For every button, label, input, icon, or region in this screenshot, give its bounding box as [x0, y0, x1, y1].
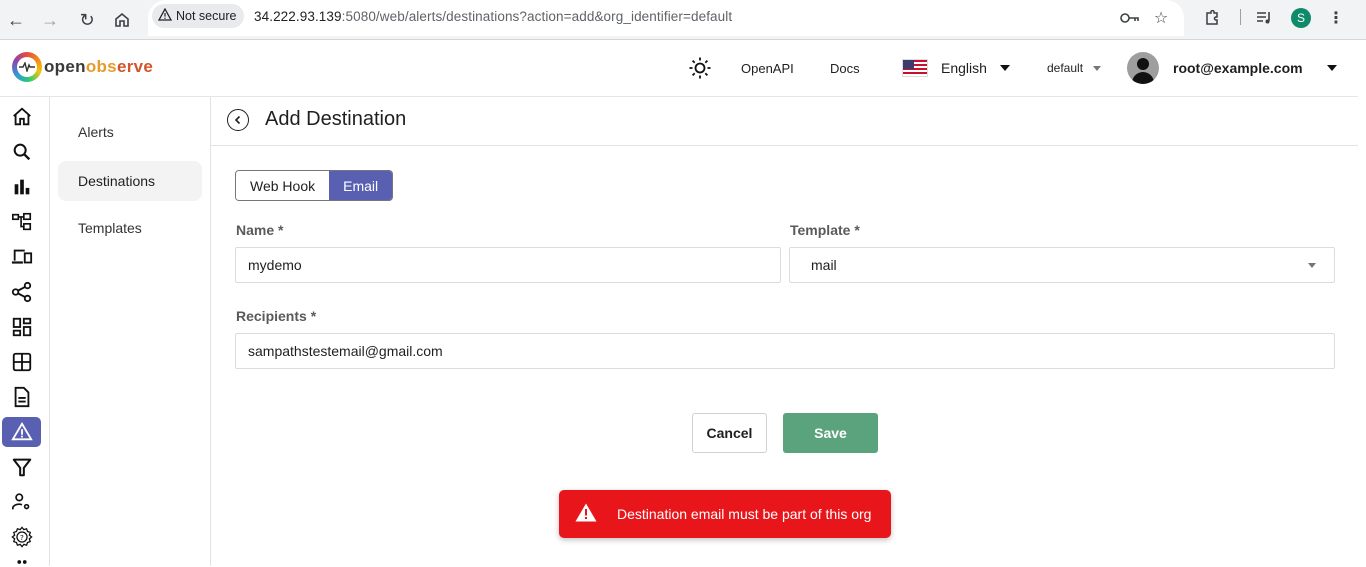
nav-reports[interactable]	[2, 382, 41, 412]
svg-text:?: ?	[20, 533, 24, 542]
theme-toggle-button[interactable]	[688, 40, 712, 96]
org-label: default	[1047, 61, 1084, 75]
share-nodes-icon	[11, 281, 31, 303]
search-icon	[13, 143, 30, 161]
devices-icon	[11, 249, 32, 264]
browser-menu-icon[interactable]: ⋮	[1326, 6, 1346, 30]
security-chip[interactable]: Not secure	[152, 4, 245, 28]
caret-down-icon	[1308, 263, 1316, 268]
url-text[interactable]: 34.222.93.139:5080/web/alerts/destinatio…	[254, 9, 732, 24]
filter-icon	[12, 458, 31, 477]
gear-help-icon: ?	[10, 526, 33, 548]
cancel-button[interactable]: Cancel	[692, 413, 767, 453]
nav-alerts[interactable]	[2, 417, 41, 447]
alert-triangle-icon	[10, 421, 33, 441]
grid-icon	[12, 352, 31, 372]
recipients-input[interactable]	[248, 343, 1334, 359]
caret-down-icon	[1326, 65, 1337, 71]
error-toast: Destination email must be part of this o…	[559, 490, 891, 538]
media-queue-icon[interactable]	[1252, 6, 1276, 30]
logo-ring-icon	[12, 52, 42, 82]
extensions-puzzle-icon[interactable]	[1200, 6, 1224, 30]
url-host: 34.222.93.139	[254, 9, 342, 24]
user-avatar-icon	[1127, 52, 1159, 84]
user-menu[interactable]: root@example.com	[1127, 40, 1337, 96]
home-browser-icon[interactable]	[108, 6, 136, 34]
toggle-email[interactable]: Email	[329, 171, 393, 200]
app-header: openobserve OpenAPI Docs English default…	[0, 40, 1358, 97]
nav-home[interactable]	[2, 102, 41, 132]
main-nav-rail: ?	[0, 97, 50, 566]
name-input[interactable]	[248, 257, 780, 273]
subnav-item-alerts[interactable]: Alerts	[58, 112, 202, 152]
subnav-item-destinations[interactable]: Destinations	[58, 161, 202, 201]
nav-logs[interactable]	[2, 137, 41, 167]
openapi-link[interactable]: OpenAPI	[741, 40, 794, 96]
toast-message: Destination email must be part of this o…	[617, 506, 872, 522]
warning-triangle-icon	[157, 7, 173, 24]
template-select[interactable]: mail	[789, 247, 1335, 283]
reload-icon[interactable]: ↻	[73, 6, 101, 34]
bookmark-star-icon[interactable]: ☆	[1150, 6, 1172, 30]
profile-initial: S	[1291, 8, 1311, 28]
page-header: Add Destination	[211, 97, 1358, 146]
back-button[interactable]	[227, 109, 249, 131]
caret-down-icon	[1093, 65, 1102, 71]
destination-type-toggle: Web Hook Email	[235, 170, 394, 201]
sun-icon	[689, 57, 711, 79]
browser-toolbar: ← → ↻ Not secure 34.222.93.139:5080/web/…	[0, 0, 1366, 40]
toolbar-divider	[1240, 9, 1241, 25]
language-label: English	[941, 60, 987, 76]
page-title: Add Destination	[265, 108, 407, 130]
org-selector[interactable]: default	[1047, 40, 1102, 96]
nav-metrics[interactable]	[2, 172, 41, 202]
bar-chart-icon	[14, 179, 29, 195]
security-label: Not secure	[176, 9, 237, 23]
chevron-left-icon	[234, 115, 241, 125]
warning-icon	[575, 503, 597, 525]
language-selector[interactable]: English	[902, 40, 1010, 96]
recipients-label: Recipients *	[236, 308, 317, 324]
user-email: root@example.com	[1173, 60, 1303, 76]
nav-iam[interactable]	[2, 487, 41, 517]
template-label: Template *	[790, 222, 860, 238]
profile-avatar[interactable]: S	[1290, 6, 1312, 30]
toggle-webhook[interactable]: Web Hook	[236, 171, 330, 200]
template-value: mail	[811, 257, 837, 273]
back-arrow-icon[interactable]: ←	[2, 6, 30, 34]
nav-traces[interactable]	[2, 207, 41, 237]
home-icon	[12, 107, 31, 126]
save-button[interactable]: Save	[783, 413, 878, 453]
nav-streams[interactable]	[2, 347, 41, 377]
docs-link[interactable]: Docs	[830, 40, 860, 96]
us-flag-icon	[902, 59, 928, 77]
user-settings-icon	[11, 493, 29, 510]
main-content: Add Destination Web Hook Email Name * Te…	[211, 97, 1358, 566]
subnav-item-templates[interactable]: Templates	[58, 208, 202, 248]
dashboard-icon	[12, 317, 31, 337]
document-icon	[14, 386, 29, 408]
url-path: :5080/web/alerts/destinations?action=add…	[341, 9, 733, 24]
traces-tree-icon	[11, 212, 31, 231]
nav-settings-help[interactable]: ?	[2, 522, 41, 552]
alerts-subnav: Alerts Destinations Templates	[50, 97, 211, 566]
nav-rum[interactable]	[2, 242, 41, 272]
nav-dashboards[interactable]	[2, 312, 41, 342]
password-key-icon[interactable]	[1118, 6, 1142, 30]
nav-pipelines[interactable]	[2, 277, 41, 307]
name-field[interactable]	[235, 247, 781, 283]
name-label: Name *	[236, 222, 284, 238]
openobserve-logo[interactable]: openobserve	[12, 52, 153, 82]
nav-functions[interactable]	[2, 452, 41, 482]
recipients-field[interactable]	[235, 333, 1335, 369]
logo-text: openobserve	[44, 57, 154, 76]
caret-down-icon	[999, 65, 1010, 71]
forward-arrow-icon[interactable]: →	[36, 6, 64, 34]
